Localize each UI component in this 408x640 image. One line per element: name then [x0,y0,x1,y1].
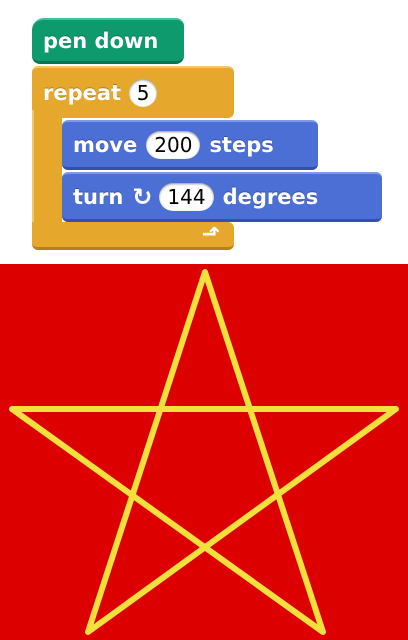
rotate-right-icon: ↻ [132,182,153,211]
stage-canvas [0,264,408,640]
repeat-block[interactable]: repeat 5 [32,66,234,118]
move-steps-input[interactable]: 200 [146,130,201,159]
degrees-label: degrees [222,184,319,209]
pen-down-label: pen down [43,28,159,53]
repeat-label: repeat [43,81,122,105]
turn-degrees-block[interactable]: turn ↻ 144 degrees [62,172,382,222]
repeat-block-arm [32,110,62,230]
turn-degrees-input[interactable]: 144 [159,182,214,211]
steps-label: steps [209,132,274,157]
repeat-count-input[interactable]: 5 [129,79,158,107]
script-area: pen down repeat 5 ⬏ move 200 steps turn … [0,0,408,264]
loop-arrow-icon: ⬏ [201,222,220,247]
stage-background [0,264,408,640]
move-label: move [73,132,138,157]
move-steps-block[interactable]: move 200 steps [62,120,318,170]
turn-label: turn [73,184,124,209]
pen-down-block[interactable]: pen down [32,18,184,64]
stage [0,264,408,640]
repeat-block-footer: ⬏ [32,222,234,250]
